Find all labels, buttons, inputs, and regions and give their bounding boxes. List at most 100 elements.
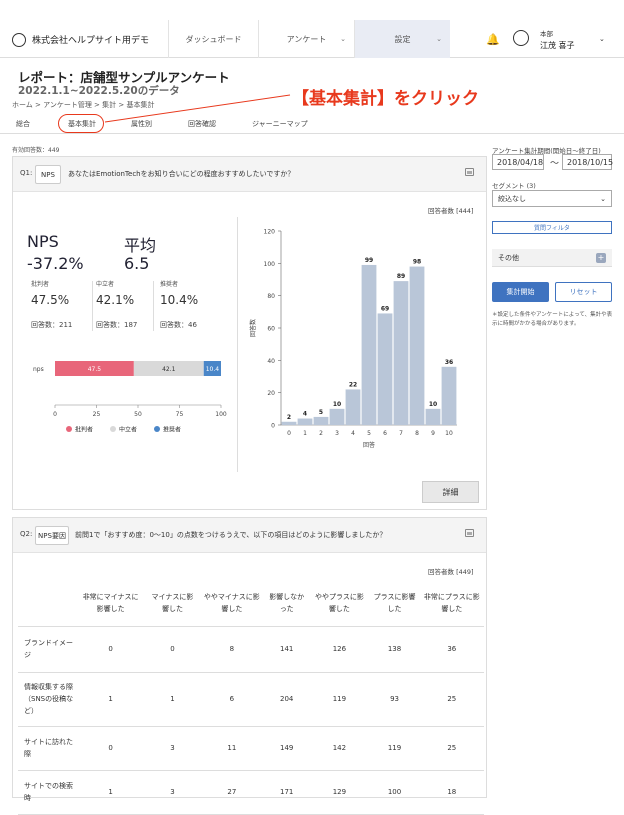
legend-label: 推奨者 <box>163 426 181 434</box>
nav-dashboard[interactable]: ダッシュボード <box>168 20 258 58</box>
x-tick-label: 9 <box>431 430 435 437</box>
y-tick-label: 40 <box>267 358 275 365</box>
detractor-count: 回答数：211 <box>31 321 73 329</box>
table-cell: 129 <box>309 770 370 815</box>
table-cell: 149 <box>264 726 310 771</box>
y-tick-label: 60 <box>267 326 275 333</box>
top-bar: 株式会社ヘルプサイト用デモ ダッシュボード アンケート ⌄ 設定 ⌄ 🔔 本部 江茂… <box>0 0 624 58</box>
start-aggregation-button[interactable]: 集計開始 <box>492 282 549 302</box>
other-section[interactable]: その他 + <box>492 249 612 267</box>
tab-overall[interactable]: 総合 <box>16 119 30 129</box>
chevron-down-icon: ⌄ <box>340 35 346 43</box>
table-cell: 142 <box>309 726 370 771</box>
table-cell: 1 <box>76 770 146 815</box>
nps-histogram: 0204060801001202041521032249956968979881… <box>249 229 457 449</box>
company-name[interactable]: 株式会社ヘルプサイト用デモ <box>32 33 149 46</box>
bar-value-label: 4 <box>303 411 307 418</box>
nav-settings[interactable]: 設定 ⌄ <box>354 20 450 58</box>
reset-button[interactable]: リセット <box>555 282 612 302</box>
bar <box>409 266 425 425</box>
chevron-down-icon: ⌄ <box>436 35 442 43</box>
q2-number: Q2: <box>20 530 33 538</box>
q1-question: あなたはEmotionTechをお知り合いにどの程度おすすめしたいですか？ <box>68 170 295 178</box>
y-axis-label: 回答数 <box>249 319 257 337</box>
bar-value-label: 22 <box>349 381 357 388</box>
logo-icon[interactable] <box>12 33 26 47</box>
bar <box>329 408 345 425</box>
plus-icon[interactable]: + <box>596 253 606 263</box>
row-label: ブランドイメージ <box>18 626 76 673</box>
divider <box>237 217 238 472</box>
image-icon[interactable] <box>465 529 474 537</box>
tab-journey-map[interactable]: ジャーニーマップ <box>252 119 308 129</box>
bell-icon[interactable]: 🔔 <box>486 33 500 46</box>
bar-value-label: 5 <box>319 409 323 416</box>
divider <box>92 281 93 331</box>
avatar[interactable] <box>513 30 529 46</box>
avg-value: 6.5 <box>124 254 150 273</box>
x-tick-label: 6 <box>383 430 387 437</box>
legend-label: 中立者 <box>119 426 137 434</box>
nps-value: -37.2% <box>27 254 84 273</box>
stack-row-label: nps <box>33 366 44 373</box>
x-tick-label: 10 <box>445 430 453 437</box>
x-tick-label: 3 <box>335 430 339 437</box>
table-cell: 27 <box>199 770 265 815</box>
table-cell: 119 <box>309 672 370 727</box>
column-header: プラスに影響した <box>369 580 420 627</box>
bar <box>425 408 441 425</box>
table-row: ブランドイメージ 0 0 8 141 126 138 36 <box>18 626 484 673</box>
x-tick-label: 2 <box>319 430 323 437</box>
bar-value-label: 99 <box>365 257 373 264</box>
date-to-input[interactable]: 2018/10/15 <box>562 154 613 170</box>
chevron-down-icon[interactable]: ⌄ <box>599 35 605 43</box>
legend-dot <box>110 426 116 432</box>
segment-select[interactable]: 絞込なし ⌄ <box>492 190 612 207</box>
bar <box>377 313 393 425</box>
table-corner <box>18 580 76 627</box>
y-tick-label: 120 <box>264 229 276 236</box>
y-tick-label: 80 <box>267 293 275 300</box>
user-name[interactable]: 江茂 喜子 <box>540 40 575 51</box>
y-tick-label: 0 <box>271 423 275 430</box>
q1-card: Q1: NPS あなたはEmotionTechをお知り合いにどの程度おすすめした… <box>12 156 487 510</box>
image-icon[interactable] <box>465 168 474 176</box>
tab-attributes[interactable]: 属性別 <box>131 119 152 129</box>
column-header: ややプラスに影響した <box>309 580 370 627</box>
row-label: サイトでの検索時 <box>18 770 76 815</box>
table-cell: 8 <box>199 626 265 673</box>
table-cell: 3 <box>145 770 200 815</box>
table-row: 情報収集する際（SNSの役稿など） 1 1 6 204 119 93 25 <box>18 672 484 727</box>
bar-value-label: 36 <box>445 359 453 366</box>
x-tick-label: 5 <box>367 430 371 437</box>
nps-label: NPS <box>27 232 59 251</box>
annotation-callout: 【基本集計】をクリック <box>292 89 479 109</box>
q2-response-count: 回答者数 [449] <box>428 568 474 576</box>
table-cell: 204 <box>264 672 310 727</box>
passive-label: 中立者 <box>96 281 115 288</box>
bar-value-label: 10 <box>429 401 437 408</box>
table-cell: 3 <box>145 726 200 771</box>
chevron-down-icon: ⌄ <box>600 194 606 203</box>
legend-dot <box>154 426 160 432</box>
y-tick-label: 20 <box>267 390 275 397</box>
nav-survey[interactable]: アンケート ⌄ <box>258 20 354 58</box>
q1-number: Q1: <box>20 169 33 177</box>
table-cell: 1 <box>145 672 200 727</box>
tab-responses[interactable]: 回答確認 <box>188 119 216 129</box>
detail-button[interactable]: 詳細 <box>422 481 479 503</box>
question-filter-button[interactable]: 質問フィルタ <box>492 221 612 234</box>
q1-tag: NPS <box>35 165 61 184</box>
table-cell: 6 <box>199 672 265 727</box>
x-tick-label: 0 <box>287 430 291 437</box>
breadcrumb[interactable]: ホーム > アンケート管理 > 集計 > 基本集計 <box>12 100 154 110</box>
table-cell: 126 <box>309 626 370 673</box>
x-tick-label: 4 <box>351 430 355 437</box>
stack-segment-label: 42.1 <box>162 366 176 373</box>
column-header: マイナスに影響した <box>145 580 200 627</box>
date-from-input[interactable]: 2018/04/18 <box>492 154 544 170</box>
legend-label: 批判者 <box>75 426 93 434</box>
q2-tag: NPS要因 <box>35 526 69 545</box>
x-tick-label: 1 <box>303 430 307 437</box>
x-axis-label: 回答 <box>363 441 375 449</box>
